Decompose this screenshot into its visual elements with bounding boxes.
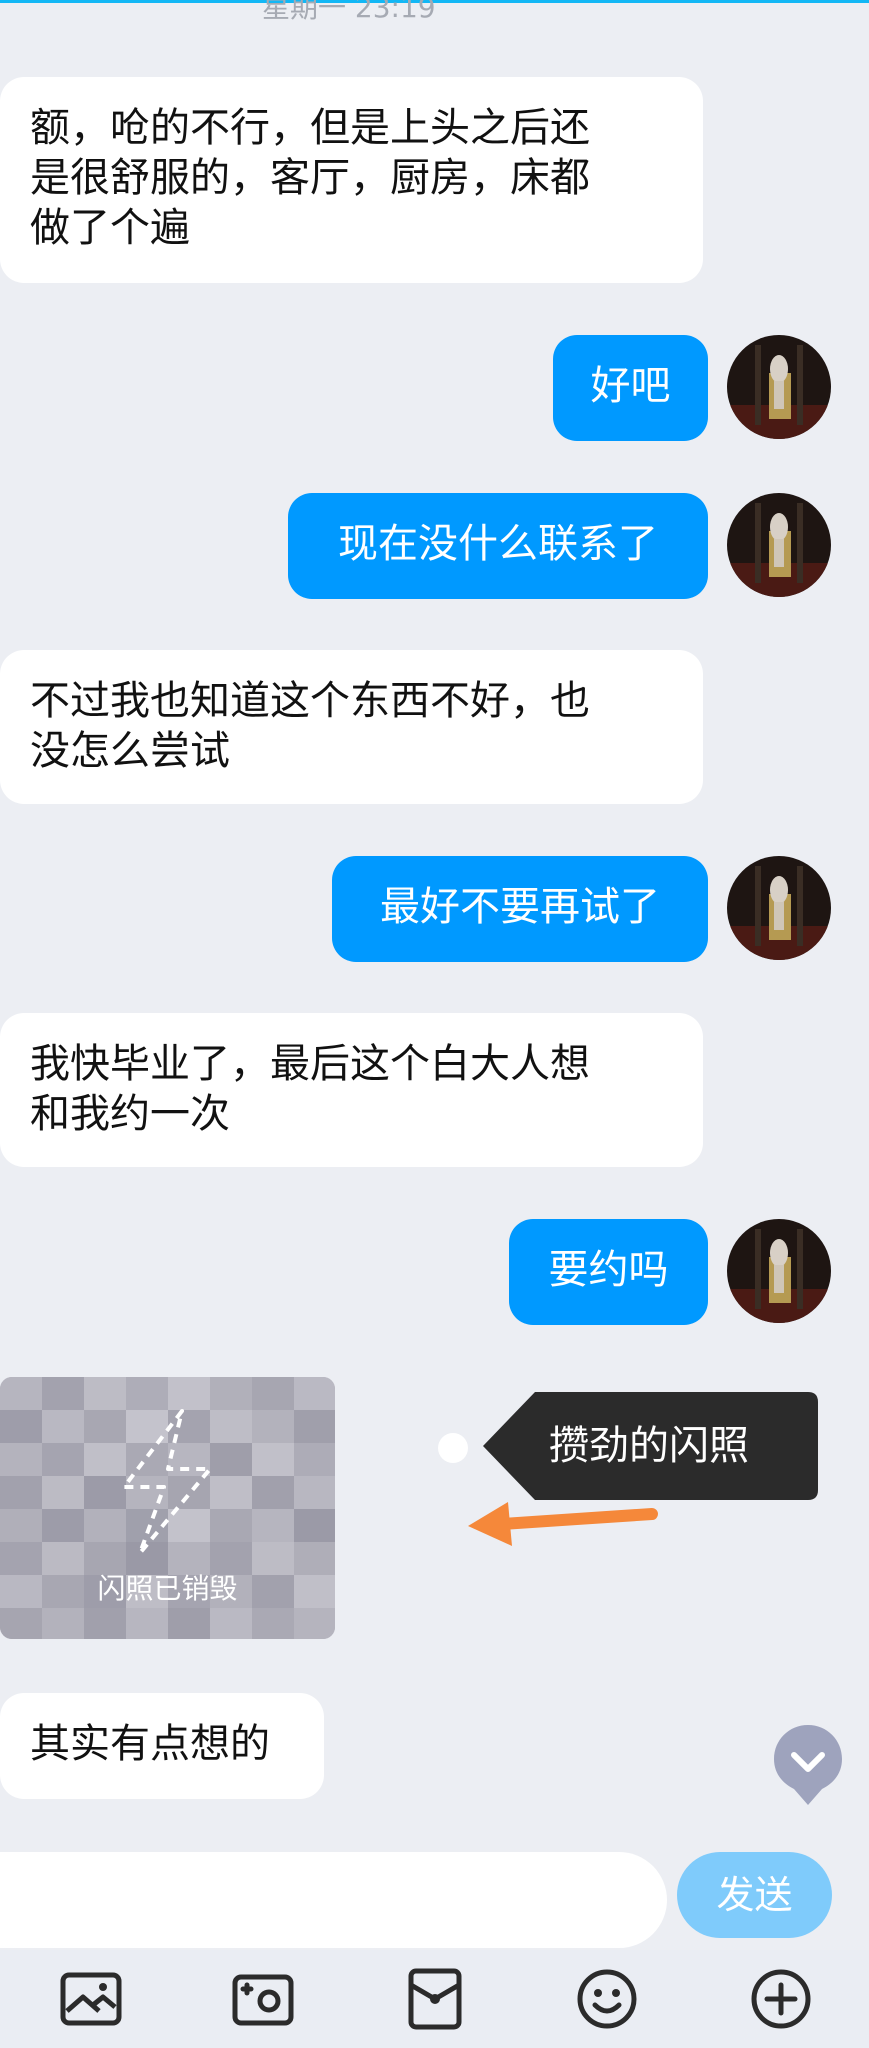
red-packet-icon <box>408 1968 462 2030</box>
toolbar-image-button[interactable] <box>59 1967 123 2031</box>
input-toolbar <box>0 1950 869 2048</box>
scroll-to-bottom-button[interactable] <box>772 1723 844 1807</box>
toolbar-camera-button[interactable] <box>231 1967 295 2031</box>
image-icon <box>60 1972 122 2026</box>
message-bubble-sent[interactable]: 要约吗 <box>509 1219 708 1325</box>
annotation-callout: 攒劲的闪照 <box>483 1392 818 1500</box>
lightning-bolt-icon <box>122 1409 212 1555</box>
message-bubble-sent[interactable]: 好吧 <box>553 335 708 441</box>
camera-icon <box>232 1974 294 2026</box>
annotation-label: 攒劲的闪照 <box>549 1423 749 1469</box>
message-bubble-sent[interactable]: 最好不要再试了 <box>332 856 708 962</box>
flash-photo-card[interactable]: 闪照已销毁 <box>0 1377 335 1639</box>
message-bubble-sent[interactable]: 现在没什么联系了 <box>288 493 708 599</box>
message-bubble-received[interactable]: 其实有点想的 <box>0 1693 324 1799</box>
message-bubble-received[interactable]: 不过我也知道这个东西不好，也 没怎么尝试 <box>0 650 703 804</box>
orange-arrow-icon <box>468 1502 658 1546</box>
toolbar-plus-button[interactable] <box>749 1967 813 2031</box>
user-avatar[interactable] <box>727 493 831 597</box>
message-bubble-received[interactable]: 我快毕业了，最后这个白大人想 和我约一次 <box>0 1013 703 1167</box>
user-avatar[interactable] <box>727 335 831 439</box>
emoji-icon <box>577 1969 637 2029</box>
message-input[interactable] <box>0 1852 667 1948</box>
chevron-down-icon <box>774 1725 842 1805</box>
send-button[interactable]: 发送 <box>677 1852 832 1938</box>
toolbar-emoji-button[interactable] <box>575 1967 639 2031</box>
user-avatar[interactable] <box>727 856 831 960</box>
message-timestamp: 星期一 23:19 <box>262 0 436 24</box>
plus-icon <box>751 1969 811 2029</box>
message-bubble-received[interactable]: 额，呛的不行，但是上头之后还 是很舒服的，客厅，厨房，床都 做了个遍 <box>0 77 703 283</box>
indicator-dot <box>438 1433 468 1463</box>
flash-photo-destroyed-label: 闪照已销毁 <box>97 1572 238 1605</box>
message-input-bar: 发送 <box>0 1830 869 1950</box>
toolbar-red-packet-button[interactable] <box>403 1967 467 2031</box>
user-avatar[interactable] <box>727 1219 831 1323</box>
